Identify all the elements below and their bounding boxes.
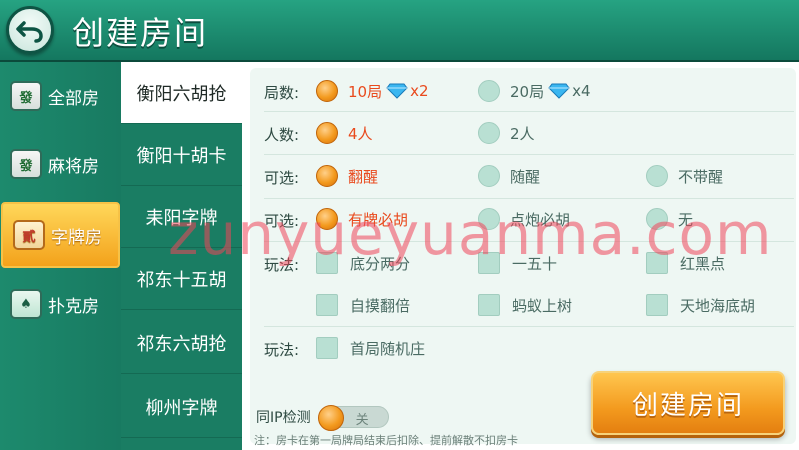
same-ip-label: 同IP检测 — [256, 410, 311, 426]
option-label: 天地海底胡 — [680, 296, 756, 315]
play-option-zimo[interactable]: 自摸翻倍 — [316, 294, 410, 316]
tab-qidong-shiwuhu[interactable]: 祁东十五胡 — [121, 248, 242, 310]
play-option-difen[interactable]: 底分两分 — [316, 252, 410, 274]
tab-qidong-liuhu[interactable]: 祁东六胡抢 — [121, 312, 242, 374]
option-label: 20局 — [510, 82, 545, 101]
checkbox — [316, 294, 338, 316]
option-label: 2人 — [510, 124, 535, 143]
checkbox — [316, 252, 338, 274]
diamond-multiplier: x4 — [572, 82, 591, 100]
sidebar-item-label: 字牌房 — [51, 227, 102, 248]
option-label: 翻醒 — [348, 167, 379, 186]
divider — [264, 241, 794, 242]
same-ip-row: 同IP检测 关 — [256, 405, 389, 431]
option-label: 无 — [678, 210, 694, 229]
play2-label: 玩法: — [264, 341, 300, 359]
rounds-option-20[interactable]: 20局 x4 — [478, 80, 591, 102]
players-option-4[interactable]: 4人 — [316, 122, 373, 144]
poker-cards-icon: ♠ — [10, 289, 42, 319]
play1-label: 玩法: — [264, 256, 300, 274]
tab-hengyang-liuhu[interactable]: 衡阳六胡抢 — [121, 62, 242, 124]
header: 创建房间 — [0, 0, 799, 62]
option-label: 一五十 — [512, 254, 558, 273]
divider — [264, 326, 794, 327]
radio-selected — [316, 122, 338, 144]
toggle-knob — [317, 405, 344, 431]
radio-unselected — [478, 208, 500, 230]
checkbox — [478, 294, 500, 316]
radio-unselected — [478, 165, 500, 187]
back-button[interactable] — [6, 6, 54, 54]
checkbox — [478, 252, 500, 274]
radio-unselected — [478, 122, 500, 144]
players-label: 人数: — [264, 126, 300, 144]
rounds-label: 局数: — [264, 84, 300, 102]
radio-unselected — [478, 80, 500, 102]
option-label: 10局 — [348, 82, 383, 101]
play-option-shouju[interactable]: 首局随机庄 — [316, 337, 425, 359]
option-label: 4人 — [348, 124, 373, 143]
option-label: 蚂蚁上树 — [512, 296, 573, 315]
sidebar-item-label: 扑克房 — [48, 296, 99, 317]
divider — [264, 154, 794, 155]
sidebar-item-mahjong[interactable]: 發 麻将房 — [0, 132, 121, 196]
sidebar-item-label: 全部房 — [48, 88, 99, 109]
optional1-option-fanxing[interactable]: 翻醒 — [316, 165, 378, 187]
checkbox — [646, 252, 668, 274]
play-option-mayi[interactable]: 蚂蚁上树 — [478, 294, 572, 316]
option-label: 自摸翻倍 — [350, 296, 411, 315]
back-arrow-icon — [16, 21, 43, 43]
radio-selected — [316, 80, 338, 102]
create-room-button[interactable]: 创建房间 — [591, 371, 785, 435]
tab-hengyang-shihu[interactable]: 衡阳十胡卡 — [121, 124, 242, 186]
radio-selected — [316, 208, 338, 230]
diamond-multiplier: x2 — [410, 82, 429, 100]
zipai-cards-icon: 貳 — [13, 220, 45, 250]
radio-selected — [316, 165, 338, 187]
divider — [264, 198, 794, 199]
sidebar-item-label: 麻将房 — [48, 156, 99, 177]
optional1-option-budaixing[interactable]: 不带醒 — [646, 165, 723, 187]
optional2-option-none[interactable]: 无 — [646, 208, 693, 230]
mahjong-tile-icon: 發 — [10, 81, 42, 111]
divider — [264, 111, 794, 112]
page-title: 创建房间 — [72, 14, 209, 52]
sidebar-item-poker[interactable]: ♠ 扑克房 — [0, 272, 121, 336]
checkbox — [316, 337, 338, 359]
optional1-label: 可选: — [264, 169, 300, 187]
play-option-tiandi[interactable]: 天地海底胡 — [646, 294, 755, 316]
room-card-note: 注：房卡在第一局牌局结束后扣除、提前解散不扣房卡 — [254, 434, 518, 447]
play-option-hongheidian[interactable]: 红黑点 — [646, 252, 725, 274]
option-label: 首局随机庄 — [350, 339, 426, 358]
option-label: 底分两分 — [350, 254, 411, 273]
radio-unselected — [646, 165, 668, 187]
play-option-yiwushi[interactable]: 一五十 — [478, 252, 557, 274]
game-tabs: 衡阳六胡抢 衡阳十胡卡 耒阳字牌 祁东十五胡 祁东六胡抢 柳州字牌 — [121, 62, 242, 450]
option-label: 不带醒 — [678, 167, 724, 186]
option-label: 点炮必胡 — [510, 210, 571, 229]
players-option-2[interactable]: 2人 — [478, 122, 535, 144]
optional1-option-suixing[interactable]: 随醒 — [478, 165, 540, 187]
option-label: 有牌必胡 — [348, 210, 409, 229]
tab-leiyang-zipai[interactable]: 耒阳字牌 — [121, 186, 242, 248]
rounds-option-10[interactable]: 10局 x2 — [316, 80, 429, 102]
toggle-state: 关 — [355, 413, 369, 428]
optional2-option-dianpao[interactable]: 点炮必胡 — [478, 208, 570, 230]
diamond-icon — [386, 83, 408, 99]
sidebar: 發 全部房 發 麻将房 貳 字牌房 ♠ 扑克房 — [0, 62, 121, 450]
option-label: 红黑点 — [680, 254, 726, 273]
checkbox — [646, 294, 668, 316]
mahjong-tile-icon: 發 — [10, 149, 42, 179]
tab-liuzhou-zipai[interactable]: 柳州字牌 — [121, 376, 242, 438]
diamond-icon — [548, 83, 570, 99]
radio-unselected — [646, 208, 668, 230]
sidebar-item-zipai[interactable]: 貳 字牌房 — [1, 202, 120, 268]
optional2-label: 可选: — [264, 212, 300, 230]
same-ip-toggle[interactable]: 关 — [317, 405, 389, 431]
optional2-option-youpai[interactable]: 有牌必胡 — [316, 208, 408, 230]
option-label: 随醒 — [510, 167, 541, 186]
sidebar-item-all[interactable]: 發 全部房 — [0, 64, 121, 128]
